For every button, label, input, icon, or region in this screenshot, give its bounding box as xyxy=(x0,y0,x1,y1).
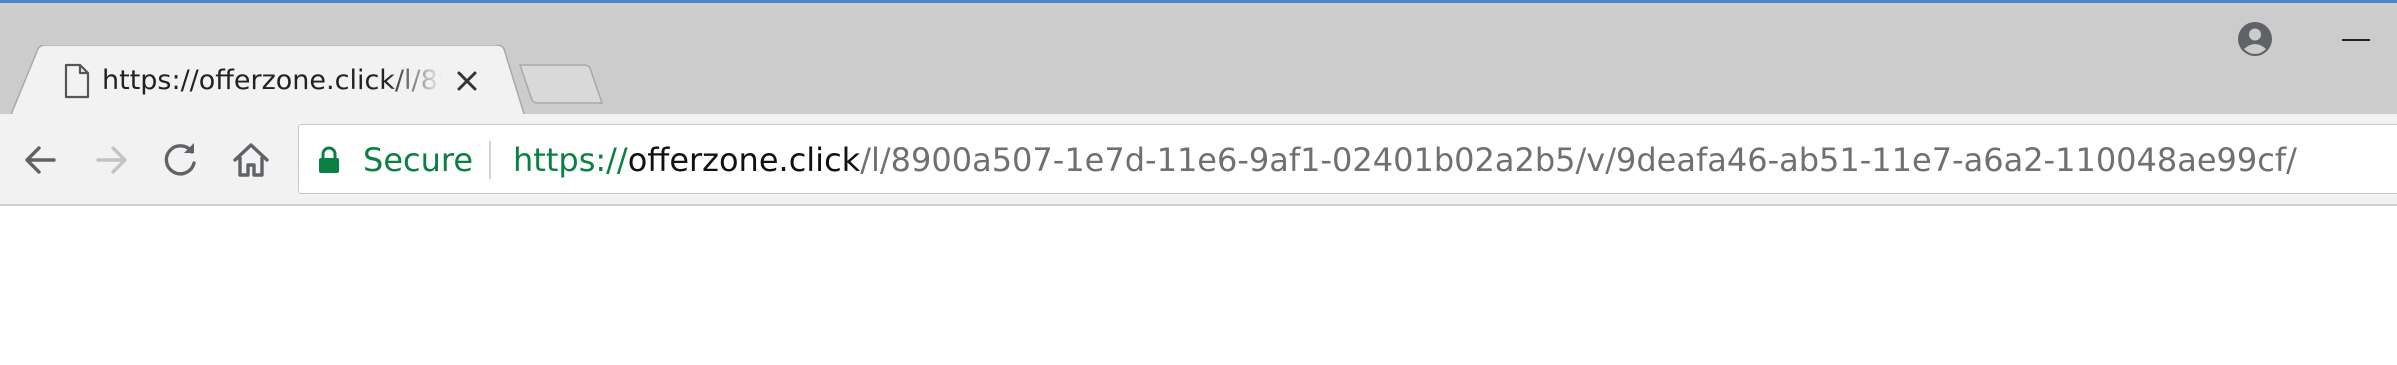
url-host: offerzone.click xyxy=(627,141,861,179)
omnibox-divider xyxy=(489,141,491,179)
home-icon[interactable] xyxy=(228,137,274,183)
address-bar[interactable]: Secure https://offerzone.click/l/8900a50… xyxy=(298,124,2397,194)
page-content xyxy=(0,206,2397,365)
new-tab-button[interactable] xyxy=(518,63,604,105)
reload-icon[interactable] xyxy=(158,137,204,183)
page-icon xyxy=(62,63,92,99)
url-scheme: https:// xyxy=(513,141,628,179)
toolbar: Secure https://offerzone.click/l/8900a50… xyxy=(0,114,2397,206)
tab-active[interactable]: https://offerzone.click/l/8900a507-1e7d-… xyxy=(10,45,525,117)
tab-title: https://offerzone.click/l/8900a507-1e7d-… xyxy=(102,65,442,96)
lock-icon[interactable] xyxy=(317,145,341,175)
tab-strip: https://offerzone.click/l/8900a507-1e7d-… xyxy=(0,3,2397,117)
forward-arrow-icon[interactable] xyxy=(88,137,134,183)
url-path: /l/8900a507-1e7d-11e6-9af1-02401b02a2b5/… xyxy=(860,141,2297,179)
minimize-icon[interactable] xyxy=(2338,23,2378,53)
browser-window: https://offerzone.click/l/8900a507-1e7d-… xyxy=(0,0,2397,365)
profile-icon[interactable] xyxy=(2236,20,2274,58)
close-icon[interactable] xyxy=(451,65,483,97)
back-arrow-icon[interactable] xyxy=(18,137,64,183)
security-label[interactable]: Secure xyxy=(363,137,473,183)
url-text[interactable]: https://offerzone.click/l/8900a507-1e7d-… xyxy=(513,137,2297,183)
